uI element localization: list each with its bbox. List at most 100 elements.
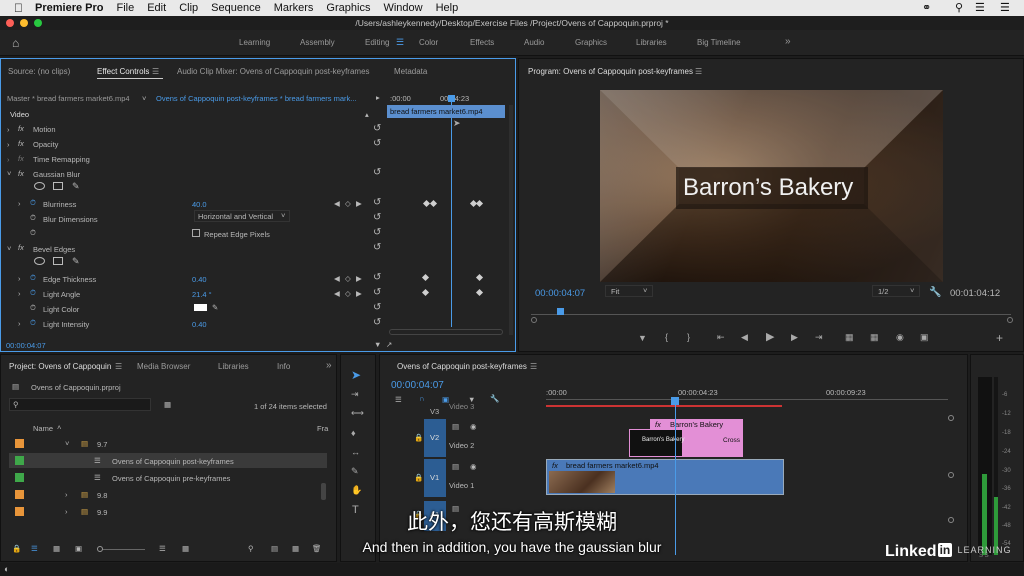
lift-icon[interactable]: ▦ xyxy=(845,333,854,342)
timeline-ruler[interactable] xyxy=(546,399,948,403)
play-icon[interactable]: ▶ xyxy=(766,332,774,343)
collapse-bevel-icon[interactable]: ˅ xyxy=(7,244,11,253)
timeline-title[interactable]: Ovens of Cappoquin post-keyframes xyxy=(397,362,527,371)
mark-in-icon[interactable]: { xyxy=(665,333,668,342)
timeline-timecode[interactable]: 00:00:04:07 xyxy=(391,380,444,391)
search-icon[interactable]: ⚲ xyxy=(955,1,963,14)
settings-wrench-icon[interactable]: 🔧 xyxy=(929,287,941,298)
hand-tool-icon[interactable]: ✋ xyxy=(351,486,362,495)
light-color-stopwatch-icon[interactable]: ⏱ xyxy=(30,303,36,313)
ellipse-mask-icon[interactable] xyxy=(34,182,45,190)
track-v1-target[interactable]: V1 xyxy=(424,459,446,497)
sequence-clip-link[interactable]: Ovens of Cappoquin post-keyframes * brea… xyxy=(156,94,357,103)
video-clip[interactable]: fx bread farmers market6.mp4 xyxy=(546,459,784,495)
blur-dim-stopwatch-icon[interactable]: ⏱ xyxy=(30,213,36,223)
project-item[interactable]: Ovens of Cappoquin post-keyframes xyxy=(112,457,234,466)
maximize-window-button[interactable] xyxy=(34,19,42,27)
workspace-editing[interactable]: Editing xyxy=(365,38,389,47)
reset-edge-icon[interactable]: ↺ xyxy=(373,272,381,283)
title-clip-body[interactable]: Barron's Bakery Cross xyxy=(629,429,743,457)
menu-edit[interactable]: Edit xyxy=(147,2,166,14)
fx-opacity-icon[interactable]: fx xyxy=(18,139,24,148)
prev-keyframe-icon[interactable]: ◀ xyxy=(334,199,340,208)
go-to-in-icon[interactable]: ⇤ xyxy=(717,333,725,342)
menu-markers[interactable]: Markers xyxy=(274,2,314,14)
timeline-menu-icon[interactable]: ☰ xyxy=(530,362,537,371)
tab-media-browser[interactable]: Media Browser xyxy=(137,362,190,371)
program-scrubber-track[interactable] xyxy=(531,314,1011,315)
nest-icon[interactable]: ☰ xyxy=(395,395,402,404)
sort-ascending-icon[interactable]: ˄ xyxy=(57,423,61,432)
selection-tool-icon[interactable]: ➤ xyxy=(351,369,361,381)
next-keyframe-icon[interactable]: ▶ xyxy=(356,289,362,298)
reset-bevel-icon[interactable]: ↺ xyxy=(373,242,381,253)
tab-project[interactable]: Project: Ovens of Cappoquin xyxy=(9,362,111,371)
title-clip[interactable]: fx Barron's Bakery xyxy=(650,419,743,429)
toggle-output-v1-icon[interactable]: ◉ xyxy=(470,462,477,471)
expand-light-angle-icon[interactable]: › xyxy=(18,289,21,298)
add-keyframe-icon[interactable]: ◇ xyxy=(345,289,351,298)
program-title[interactable]: Program: Ovens of Cappoquin post-keyfram… xyxy=(528,67,693,76)
new-bin-icon[interactable]: ▦ xyxy=(164,400,171,409)
menu-help[interactable]: Help xyxy=(436,2,459,14)
reset-light-intensity-icon[interactable]: ↺ xyxy=(373,317,381,328)
keyframe-marker[interactable] xyxy=(429,199,438,208)
vscroll-top-handle[interactable] xyxy=(948,415,954,421)
bevel-pen-mask-icon[interactable]: ✎ xyxy=(72,256,80,267)
workspace-audio[interactable]: Audio xyxy=(524,38,544,47)
program-menu-icon[interactable]: ☰ xyxy=(695,67,702,76)
menu-list-icon[interactable]: ☰ xyxy=(975,1,985,14)
blurriness-stopwatch-icon[interactable]: ⏱ xyxy=(30,198,36,208)
project-item[interactable]: 9.8 xyxy=(97,491,107,500)
collapse-gaussian-icon[interactable]: ˅ xyxy=(7,169,11,178)
step-back-icon[interactable]: ◀ xyxy=(741,333,748,342)
expand-folder-icon[interactable]: › xyxy=(65,490,68,499)
keyframe-marker[interactable] xyxy=(475,199,484,208)
go-to-out-icon[interactable]: ⇥ xyxy=(815,333,823,342)
light-intensity-value[interactable]: 0.40 xyxy=(192,320,207,329)
prev-keyframe-icon[interactable]: ◀ xyxy=(334,274,340,283)
home-icon[interactable]: ⌂ xyxy=(12,36,19,50)
rectangle-mask-icon[interactable] xyxy=(53,182,63,190)
scroll-up-icon[interactable]: ▴ xyxy=(365,110,369,119)
bevel-rectangle-mask-icon[interactable] xyxy=(53,257,63,265)
pen-mask-icon[interactable]: ✎ xyxy=(72,181,80,192)
export-frame-icon[interactable]: ◉ xyxy=(896,333,904,342)
light-angle-value[interactable]: 21.4 ° xyxy=(192,290,212,299)
add-button-icon[interactable]: + xyxy=(996,332,1003,344)
reset-light-angle-icon[interactable]: ↺ xyxy=(373,287,381,298)
column-framerate-header[interactable]: Fra xyxy=(317,424,328,433)
tab-libraries[interactable]: Libraries xyxy=(218,362,249,371)
clip-bar[interactable]: bread farmers market6.mp4 xyxy=(387,105,505,118)
extract-icon[interactable]: ▦ xyxy=(870,333,879,342)
vertical-scrollbar[interactable] xyxy=(509,105,513,335)
menu-window[interactable]: Window xyxy=(383,2,422,14)
fx-motion-icon[interactable]: fx xyxy=(18,124,24,133)
toggle-sync-v1-icon[interactable]: ▤ xyxy=(452,462,459,471)
workspace-menu-icon[interactable]: ☰ xyxy=(396,37,404,48)
light-color-swatch[interactable] xyxy=(194,304,207,311)
tab-menu-icon[interactable]: ☰ xyxy=(152,67,159,76)
close-window-button[interactable] xyxy=(6,19,14,27)
resolution-select[interactable]: 1/2 ˅ xyxy=(872,285,920,297)
toggle-output-v2-icon[interactable]: ◉ xyxy=(470,422,477,431)
project-search-input[interactable]: ⚲ xyxy=(9,398,151,411)
slip-tool-icon[interactable]: ↔ xyxy=(351,448,360,457)
expand-light-intensity-icon[interactable]: › xyxy=(18,319,21,328)
ripple-edit-tool-icon[interactable]: ⟷ xyxy=(351,409,364,418)
workspace-effects[interactable]: Effects xyxy=(470,38,494,47)
expand-motion-icon[interactable]: › xyxy=(7,125,10,134)
mark-out-icon[interactable]: } xyxy=(687,333,690,342)
tab-effect-controls[interactable]: Effect Controls xyxy=(97,67,149,76)
menu-sequence[interactable]: Sequence xyxy=(211,2,261,14)
workspace-color[interactable]: Color xyxy=(419,38,438,47)
workspace-graphics[interactable]: Graphics xyxy=(575,38,607,47)
fx-gaussian-icon[interactable]: fx xyxy=(18,169,24,178)
minimize-window-button[interactable] xyxy=(20,19,28,27)
more-workspaces-icon[interactable]: » xyxy=(785,36,791,47)
add-keyframe-icon[interactable]: ◇ xyxy=(345,199,351,208)
reset-blur-dim-icon[interactable]: ↺ xyxy=(373,212,381,223)
notification-icon[interactable]: ☰ xyxy=(1000,1,1010,14)
fit-select[interactable]: Fit ˅ xyxy=(605,285,653,297)
comparison-view-icon[interactable]: ▣ xyxy=(920,333,929,342)
